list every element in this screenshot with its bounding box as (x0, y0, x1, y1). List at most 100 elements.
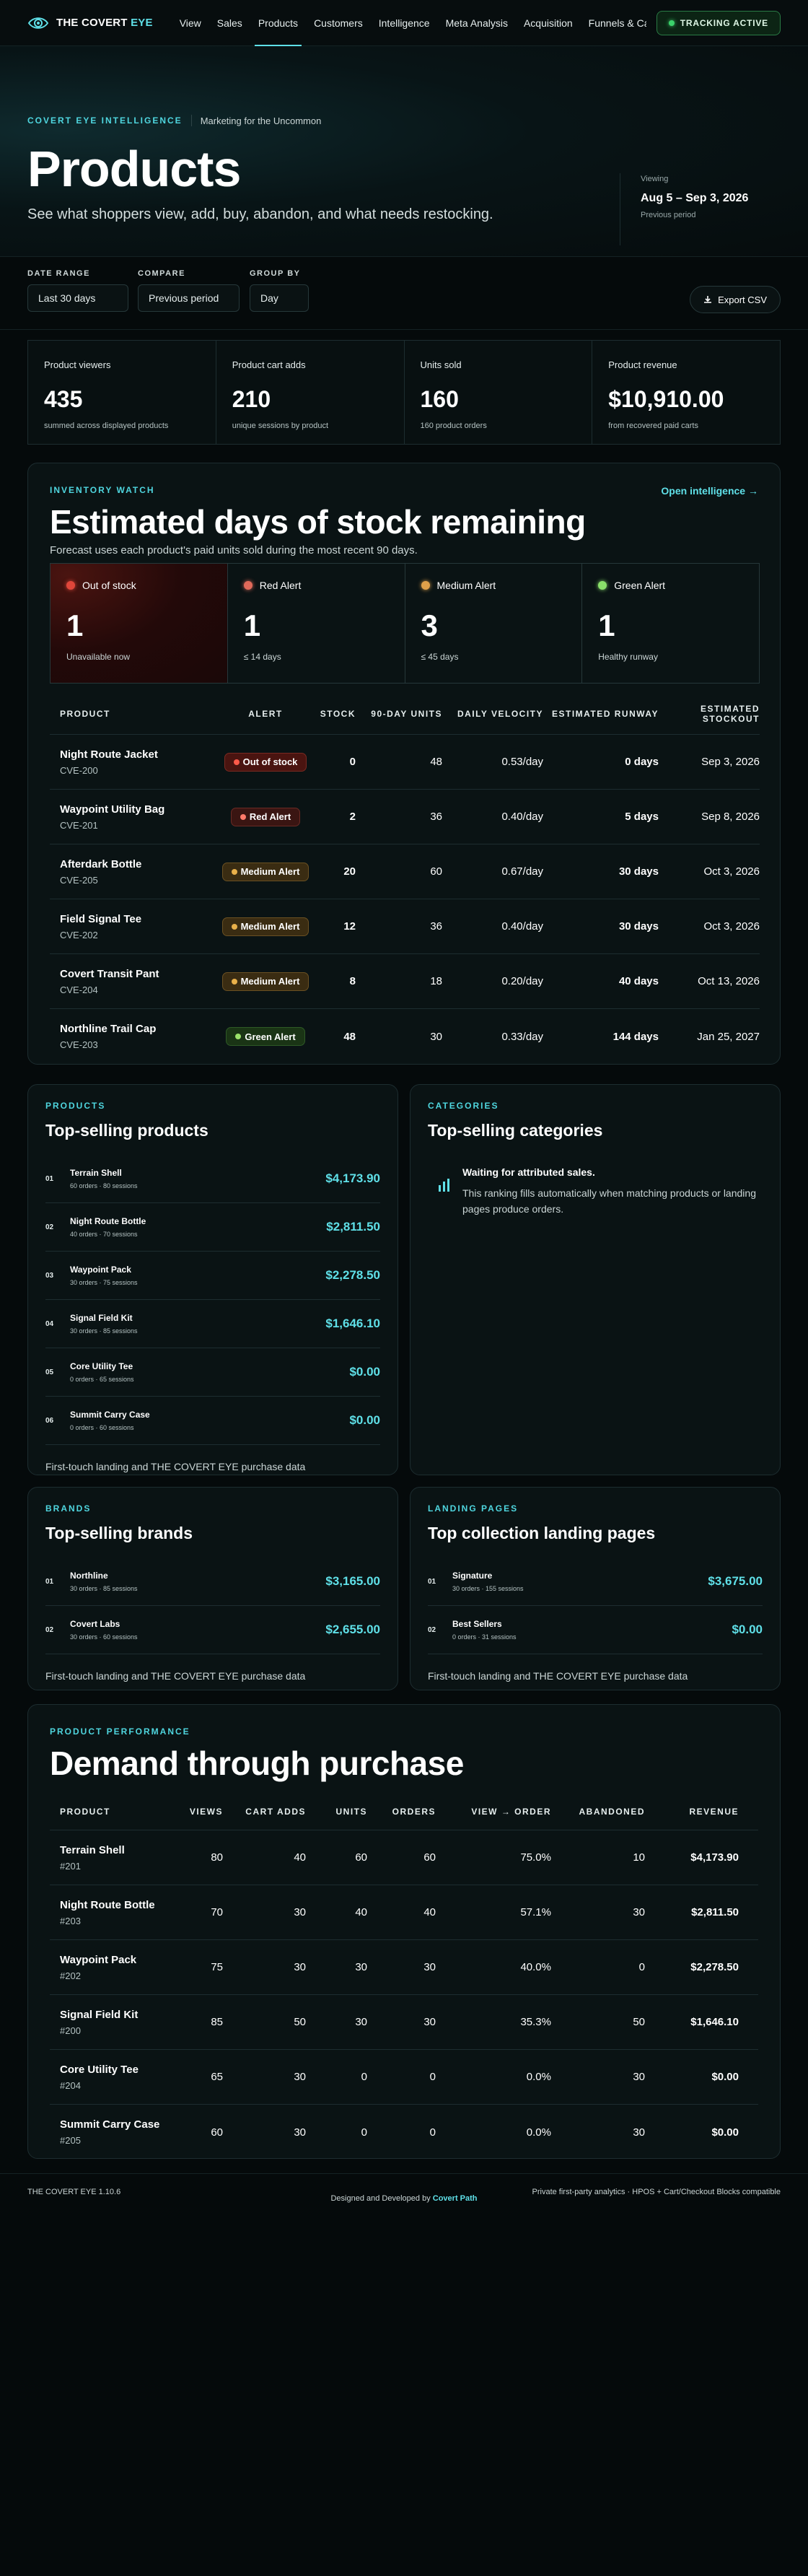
column-header[interactable]: CART ADDS (223, 1807, 306, 1817)
status-dot-icon (668, 19, 675, 26)
categories-eyebrow: CATEGORIES (428, 1101, 499, 1111)
list-item[interactable]: 02 Covert Labs 30 orders · 60 sessions $2,6… (45, 1606, 380, 1654)
tracking-label: TRACKING ACTIVE (680, 17, 768, 28)
alert-badge-label: Green Alert (245, 1031, 296, 1042)
table-row[interactable]: Terrain Shell #201 80 40 60 60 75.0% 10 $4,173.9… (50, 1830, 758, 1885)
velocity-value: 0.40/day (501, 920, 543, 933)
nav-item-intelligence[interactable]: Intelligence (371, 0, 438, 46)
nav-item-acquisition[interactable]: Acquisition (516, 0, 581, 46)
product-cell: Covert Transit Pant CVE-204 (50, 968, 219, 995)
rank-sub: 0 orders · 65 sessions (70, 1376, 134, 1383)
export-csv-button[interactable]: Export CSV (690, 286, 781, 313)
empty-state: Waiting for attributed sales. This ranki… (428, 1166, 763, 1217)
rank-info: Summit Carry Case 0 orders · 60 sessions (70, 1410, 150, 1431)
product-name[interactable]: Waypoint Pack (60, 1954, 180, 1966)
nav-item-customers[interactable]: Customers (306, 0, 371, 46)
download-icon (704, 296, 712, 303)
product-name[interactable]: Night Route Jacket (60, 748, 219, 761)
list-item[interactable]: 06 Summit Carry Case 0 orders · 60 session… (45, 1397, 380, 1445)
table-row[interactable]: Night Route Bottle #203 70 30 40 40 57.1% 30 $2,… (50, 1885, 758, 1940)
orders-value: 60 (423, 1851, 436, 1864)
viewing-label: Viewing (641, 175, 669, 183)
credit-link[interactable]: Covert Path (433, 2194, 478, 2203)
group-by-select[interactable]: Day (250, 284, 309, 312)
product-name[interactable]: Summit Carry Case (60, 2118, 180, 2131)
alert-card-out-of-stock[interactable]: Out of stock 1 Unavailable now (50, 564, 228, 683)
nav-item-meta-analysis[interactable]: Meta Analysis (438, 0, 516, 46)
product-name[interactable]: Field Signal Tee (60, 913, 219, 925)
rank-name: Core Utility Tee (70, 1361, 133, 1371)
inventory-watch-card: INVENTORY WATCH Open intelligence → Esti… (27, 463, 781, 1065)
alert-card-green[interactable]: Green Alert 1 Healthy runway (582, 564, 759, 683)
nav-item-view[interactable]: View (172, 0, 209, 46)
nav-item-funnels-carts[interactable]: Funnels & Carts (581, 0, 646, 46)
tracking-status-badge[interactable]: TRACKING ACTIVE (656, 10, 781, 35)
table-row[interactable]: Waypoint Pack #202 75 30 30 30 40.0% 0 $2,278.50 (50, 1940, 758, 1995)
list-item[interactable]: 02 Night Route Bottle 40 orders · 70 sessi… (45, 1203, 380, 1252)
product-sku: CVE-200 (60, 764, 98, 776)
alert-card-medium[interactable]: Medium Alert 3 ≤ 45 days (405, 564, 583, 683)
abandoned-value: 50 (633, 2016, 645, 2028)
column-header[interactable]: ALERT (219, 709, 312, 719)
product-name[interactable]: Night Route Bottle (60, 1899, 180, 1911)
table-row[interactable]: Field Signal Tee CVE-202 Medium Alert 12 36 0… (50, 899, 760, 954)
list-item[interactable]: 04 Signal Field Kit 30 orders · 85 session… (45, 1300, 380, 1348)
column-header[interactable]: VIEWS (180, 1807, 223, 1817)
table-row[interactable]: Signal Field Kit #200 85 50 30 30 35.3% 50 $1,64… (50, 1995, 758, 2050)
column-header[interactable]: PRODUCT (50, 1807, 180, 1817)
table-row[interactable]: Night Route Jacket CVE-200 Out of stock 0 48… (50, 735, 760, 790)
product-name[interactable]: Core Utility Tee (60, 2064, 180, 2076)
table-row[interactable]: Core Utility Tee #204 65 30 0 0 0.0% 30 $0.00 (50, 2050, 758, 2105)
units-value: 36 (430, 811, 442, 823)
stock-value: 2 (349, 811, 356, 823)
table-row[interactable]: Northline Trail Cap CVE-203 Green Alert 48 3… (50, 1009, 760, 1064)
logo[interactable]: THE COVERT EYE (27, 15, 153, 31)
list-item[interactable]: 05 Core Utility Tee 0 orders · 65 sessions… (45, 1348, 380, 1397)
list-item[interactable]: 03 Waypoint Pack 30 orders · 75 sessions $2… (45, 1252, 380, 1300)
product-name[interactable]: Signal Field Kit (60, 2009, 180, 2021)
rank-sub: 0 orders · 31 sessions (452, 1633, 517, 1641)
compare-select[interactable]: Previous period (138, 284, 240, 312)
rank-value: $3,675.00 (708, 1574, 763, 1588)
product-name[interactable]: Covert Transit Pant (60, 968, 219, 980)
alert-badge: Medium Alert (221, 972, 309, 991)
list-item[interactable]: 01 Terrain Shell 60 orders · 80 sessions $4… (45, 1155, 380, 1203)
table-row[interactable]: Afterdark Bottle CVE-205 Medium Alert 20 60 0… (50, 844, 760, 899)
table-row[interactable]: Waypoint Utility Bag CVE-201 Red Alert 2 36 0… (50, 790, 760, 844)
product-name[interactable]: Northline Trail Cap (60, 1023, 219, 1035)
column-header[interactable]: REVENUE (645, 1807, 739, 1817)
date-range-select[interactable]: Last 30 days (27, 284, 128, 312)
alert-card-red[interactable]: Red Alert 1 ≤ 14 days (228, 564, 405, 683)
metric-card: Product viewers 435 summed across displa… (28, 341, 216, 444)
column-header[interactable]: ABANDONED (551, 1807, 645, 1817)
alert-label: Green Alert (614, 580, 666, 591)
top-brands-card: BRANDS Top-selling brands 01 Northline 30 … (27, 1487, 398, 1690)
list-item[interactable]: 01 Northline 30 orders · 85 sessions $3,165… (45, 1558, 380, 1606)
nav-item-sales[interactable]: Sales (209, 0, 250, 46)
orders-value: 30 (423, 1961, 436, 1973)
table-row[interactable]: Covert Transit Pant CVE-204 Medium Alert 8 1… (50, 954, 760, 1009)
column-header[interactable]: PRODUCT (50, 709, 219, 719)
nav-item-products[interactable]: Products (250, 0, 306, 46)
rank-sub: 30 orders · 85 sessions (70, 1327, 138, 1335)
product-name[interactable]: Afterdark Bottle (60, 858, 219, 870)
table-row[interactable]: Summit Carry Case #205 60 30 0 0 0.0% 30 $0.00 (50, 2105, 758, 2160)
column-header[interactable]: DAILY VELOCITY (442, 709, 543, 719)
column-header[interactable]: STOCK (312, 709, 356, 719)
list-item[interactable]: 02 Best Sellers 0 orders · 31 sessions $0.0… (428, 1606, 763, 1654)
list-item[interactable]: 01 Signature 30 orders · 155 sessions $3,67… (428, 1558, 763, 1606)
product-name[interactable]: Terrain Shell (60, 1844, 180, 1856)
product-id: #203 (60, 1915, 81, 1926)
open-intelligence-link[interactable]: Open intelligence → (661, 485, 758, 497)
column-header[interactable]: ESTIMATED RUNWAY (543, 709, 659, 719)
landing-pages-card: LANDING PAGES Top collection landing pag… (410, 1487, 781, 1690)
column-header[interactable]: ESTIMATED STOCKOUT (659, 704, 760, 724)
top-brands-list: 01 Northline 30 orders · 85 sessions $3,165… (45, 1558, 380, 1654)
rank-info: Core Utility Tee 0 orders · 65 sessions (70, 1361, 134, 1383)
product-name[interactable]: Waypoint Utility Bag (60, 803, 219, 816)
column-header[interactable]: 90-DAY UNITS (356, 709, 442, 719)
hero-eyebrow: COVERT EYE INTELLIGENCE (27, 115, 183, 126)
column-header[interactable]: VIEW → ORDER (436, 1807, 551, 1817)
column-header[interactable]: UNITS (306, 1807, 367, 1817)
column-header[interactable]: ORDERS (367, 1807, 436, 1817)
